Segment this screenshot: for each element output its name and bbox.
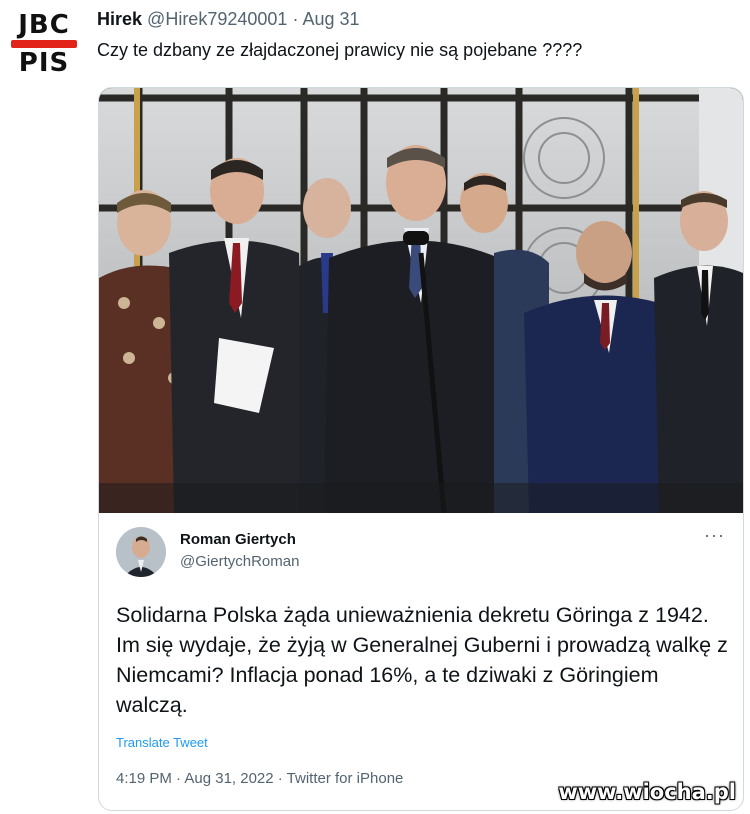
press-conference-photo[interactable]: [99, 88, 743, 513]
quoted-text-line: Solidarna Polska żąda unieważnienia dekr…: [116, 603, 709, 627]
person-icon: [116, 527, 166, 577]
photo-illustration: [99, 88, 743, 513]
avatar-text-top: JBC: [18, 10, 70, 40]
avatar-text-bottom: PIS: [18, 48, 70, 78]
more-options-icon[interactable]: ···: [704, 525, 725, 546]
quoted-tweet-text: Solidarna Polska żąda unieważnienia dekr…: [116, 600, 736, 720]
quoted-tweet[interactable]: Roman Giertych @GiertychRoman ··· Solida…: [99, 513, 743, 810]
media-card[interactable]: Roman Giertych @GiertychRoman ··· Solida…: [98, 87, 744, 811]
author-handle[interactable]: @Hirek79240001: [147, 9, 287, 29]
author-name[interactable]: Hirek: [97, 9, 142, 29]
site-watermark: www.wiocha.pl: [558, 780, 736, 804]
tweet-text: Czy te dzbany ze złajdaczonej prawicy ni…: [97, 40, 583, 60]
quoted-author-avatar[interactable]: [116, 527, 166, 577]
quoted-text-line: Im się wydaje, że żyją w Generalnej Gube…: [116, 633, 728, 717]
quoted-author-name[interactable]: Roman Giertych: [180, 531, 296, 548]
header-separator: ·: [292, 9, 299, 29]
tweet-metadata: 4:19 PM · Aug 31, 2022 · Twitter for iPh…: [116, 770, 404, 787]
quoted-author-handle[interactable]: @GiertychRoman: [180, 553, 299, 570]
avatar-red-bar: [11, 40, 77, 48]
tweet-date[interactable]: Aug 31: [302, 9, 359, 29]
tweet-header: Hirek @Hirek79240001 · Aug 31: [97, 9, 360, 30]
translate-tweet-link[interactable]: Translate Tweet: [116, 735, 208, 750]
author-avatar[interactable]: JBC PIS: [8, 8, 80, 80]
